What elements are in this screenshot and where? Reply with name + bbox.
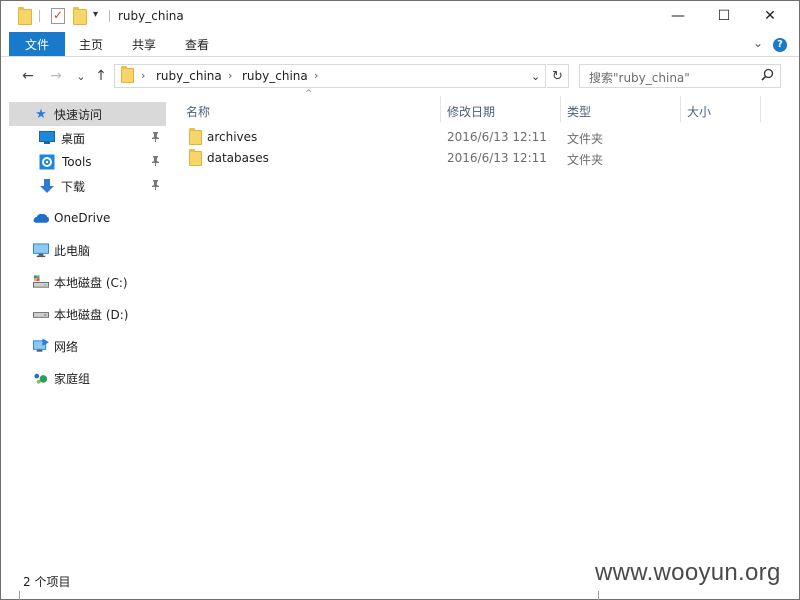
sidebar-item-label: 此电脑	[54, 243, 91, 258]
separator	[39, 10, 40, 22]
maximize-button[interactable]: ☐	[701, 1, 747, 31]
help-icon[interactable]: ?	[773, 38, 787, 52]
search-icon[interactable]	[761, 68, 774, 85]
column-divider[interactable]	[560, 96, 561, 122]
sidebar-item-label: 桌面	[61, 131, 86, 146]
breadcrumb-item[interactable]: ruby_china	[156, 69, 222, 83]
new-folder-icon[interactable]	[73, 7, 87, 26]
separator	[109, 10, 110, 22]
computer-icon	[33, 242, 49, 258]
pin-icon[interactable]	[151, 179, 160, 193]
file-type: 文件夹	[567, 132, 604, 146]
sidebar-item-homegroup[interactable]: 家庭组	[9, 366, 166, 390]
table-row[interactable]: archives 2016/6/13 12:11 文件夹	[177, 127, 761, 148]
sidebar-item-drive-d[interactable]: 本地磁盘 (D:)	[9, 302, 166, 326]
sidebar-item-onedrive[interactable]: OneDrive	[9, 206, 166, 230]
sidebar-item-tools[interactable]: Tools	[9, 150, 166, 174]
back-arrow-icon[interactable]: ←	[19, 67, 37, 85]
breadcrumb-item[interactable]: ruby_china	[242, 69, 308, 83]
file-list: ^ 名称 修改日期 类型 大小 archives 2016/6/13 12:11…	[177, 89, 781, 566]
homegroup-icon	[33, 370, 49, 386]
tab-home[interactable]: 主页	[71, 32, 111, 56]
tab-file[interactable]: 文件	[9, 32, 65, 56]
navigation-pane: ★ 快速访问 桌面 Tools 下载 OneDrive 此电脑 本地磁盘 (C:…	[9, 96, 166, 566]
star-icon: ★	[35, 106, 47, 122]
file-name[interactable]: databases	[207, 151, 269, 165]
column-header-type[interactable]: 类型	[567, 100, 591, 122]
address-bar[interactable]: › ruby_china › ruby_china › ⌄	[114, 64, 546, 88]
sidebar-item-label: Tools	[62, 155, 92, 169]
table-row[interactable]: databases 2016/6/13 12:11 文件夹	[177, 148, 761, 169]
sidebar-item-downloads[interactable]: 下载	[9, 174, 166, 198]
status-divider	[598, 591, 599, 600]
column-header-name[interactable]: 名称	[186, 100, 210, 122]
refresh-button[interactable]: ↻	[547, 64, 569, 88]
drive-c-icon	[33, 274, 49, 290]
column-header-size[interactable]: 大小	[687, 100, 711, 122]
sort-ascending-icon: ^	[305, 89, 313, 99]
column-divider[interactable]	[760, 96, 761, 122]
folder-icon	[189, 128, 202, 145]
address-dropdown-icon[interactable]: ⌄	[531, 70, 540, 83]
sidebar-item-label: 本地磁盘 (D:)	[54, 307, 129, 322]
window-title: ruby_china	[118, 9, 184, 23]
sidebar-item-label: 本地磁盘 (C:)	[54, 275, 128, 290]
watermark-text: www.wooyun.org	[595, 559, 781, 586]
sidebar-item-label: OneDrive	[54, 211, 111, 225]
column-divider[interactable]	[440, 96, 441, 122]
sidebar-item-label: 快速访问	[54, 107, 103, 122]
navigation-bar: ← → ⌄ ↑ › ruby_china › ruby_china › ⌄ ↻ …	[1, 58, 799, 96]
file-type: 文件夹	[567, 153, 604, 167]
date-modified: 2016/6/13 12:11	[447, 151, 547, 165]
status-divider	[19, 591, 20, 600]
folder-icon[interactable]	[18, 7, 32, 26]
close-button[interactable]: ✕	[747, 1, 793, 31]
pin-icon[interactable]	[151, 155, 160, 169]
sidebar-item-quick-access[interactable]: ★ 快速访问	[9, 102, 166, 126]
tab-view[interactable]: 查看	[177, 32, 217, 56]
drive-d-icon	[33, 306, 49, 322]
sidebar-item-drive-c[interactable]: 本地磁盘 (C:)	[9, 270, 166, 294]
sidebar-item-label: 家庭组	[54, 371, 91, 386]
breadcrumb-separator[interactable]: ›	[314, 69, 318, 82]
date-modified: 2016/6/13 12:11	[447, 130, 547, 144]
breadcrumb-separator[interactable]: ›	[228, 69, 232, 82]
quick-access-toolbar-dropdown-icon[interactable]: ▾	[93, 9, 98, 20]
tab-share[interactable]: 共享	[124, 32, 164, 56]
file-name[interactable]: archives	[207, 130, 257, 144]
download-icon	[39, 178, 55, 194]
desktop-icon	[39, 130, 55, 146]
sidebar-item-this-pc[interactable]: 此电脑	[9, 238, 166, 262]
sidebar-item-network[interactable]: 网络	[9, 334, 166, 358]
recent-locations-chevron-icon[interactable]: ⌄	[72, 67, 90, 85]
chevron-down-icon[interactable]: ⌄	[753, 36, 763, 50]
folder-icon	[121, 66, 134, 83]
column-header-date-modified[interactable]: 修改日期	[447, 100, 495, 122]
sidebar-item-desktop[interactable]: 桌面	[9, 126, 166, 150]
search-box[interactable]: 搜索"ruby_china"	[579, 64, 781, 88]
properties-icon[interactable]	[51, 8, 65, 24]
explorer-window: ▾ ruby_china — ☐ ✕ 文件 主页 共享 查看 ⌄ ? ← → ⌄…	[0, 0, 800, 600]
sidebar-item-label: 网络	[54, 339, 79, 354]
network-icon	[33, 338, 49, 354]
ribbon-tabs: 文件 主页 共享 查看 ⌄ ?	[1, 32, 799, 57]
sidebar-item-label: 下载	[61, 179, 86, 194]
status-item-count: 2 个项目	[23, 575, 71, 589]
forward-arrow-icon[interactable]: →	[47, 67, 65, 85]
up-arrow-icon[interactable]: ↑	[92, 67, 110, 85]
breadcrumb-separator[interactable]: ›	[141, 69, 145, 82]
tools-gear-icon	[39, 154, 55, 170]
search-input[interactable]: 搜索"ruby_china"	[589, 69, 690, 86]
minimize-button[interactable]: —	[655, 1, 701, 31]
pin-icon[interactable]	[151, 131, 160, 145]
column-divider[interactable]	[680, 96, 681, 122]
folder-icon	[189, 149, 202, 166]
cloud-icon	[33, 210, 49, 226]
title-bar: ▾ ruby_china — ☐ ✕	[1, 1, 799, 32]
